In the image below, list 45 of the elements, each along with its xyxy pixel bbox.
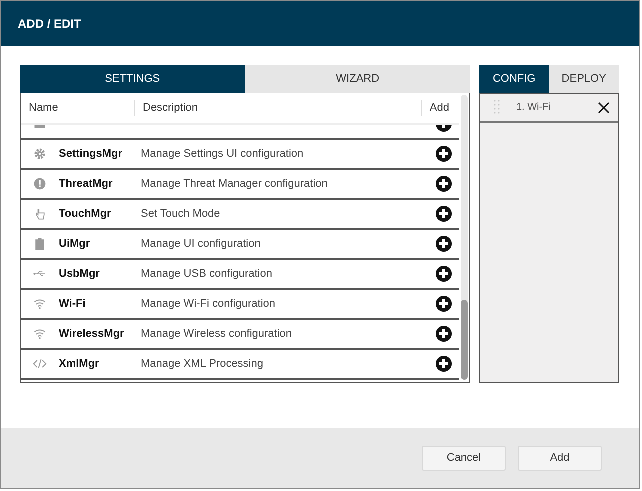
description-text: Manage USB configuration [141, 268, 272, 280]
description-text: Manage Wireless configuration [141, 328, 292, 340]
add-icon[interactable] [436, 236, 452, 252]
description-text: Set Touch Mode [141, 208, 220, 220]
description-column-header: Description [135, 100, 422, 116]
table-row[interactable] [21, 125, 460, 140]
add-icon[interactable] [436, 266, 452, 282]
window-title: ADD / EDIT [18, 16, 82, 30]
wifi-icon [33, 327, 47, 341]
name-text: UiMgr [59, 238, 90, 250]
add-column-header: Add [428, 101, 450, 116]
add-icon[interactable] [436, 356, 452, 372]
name-text: XmlMgr [59, 358, 100, 370]
config-item-label: 1. Wi-Fi [516, 102, 552, 113]
name-column-header: Name [21, 100, 135, 116]
scrollbar-thumb[interactable] [461, 300, 468, 380]
name-text: WirelessMgr [59, 328, 124, 340]
cancel-button[interactable]: Cancel [422, 446, 506, 470]
name-text: UsbMgr [59, 268, 100, 280]
name-text: Wi-Fi [59, 298, 86, 310]
add-icon[interactable] [436, 146, 452, 162]
add-icon[interactable] [436, 176, 452, 192]
name-text: SettingsMgr [59, 148, 123, 160]
add-icon[interactable] [436, 206, 452, 222]
add-button[interactable]: Add [518, 446, 602, 470]
description-text: Manage Threat Manager configuration [141, 178, 328, 190]
name-text: ThreatMgr [59, 178, 113, 190]
code-icon [33, 357, 47, 371]
close-icon[interactable] [598, 102, 610, 114]
add-icon[interactable] [436, 326, 452, 342]
description-text: Manage Settings UI configuration [141, 148, 304, 160]
name-text: TouchMgr [59, 208, 112, 220]
add-icon[interactable] [436, 296, 452, 312]
description-text: Manage UI configuration [141, 238, 261, 250]
gear-icon [33, 147, 47, 161]
description-text: Manage XML Processing [141, 358, 264, 370]
hand-icon [33, 207, 47, 221]
wifi-icon [33, 297, 47, 311]
drag-handle-icon[interactable] [492, 98, 502, 116]
tab[interactable]: CONFIG [479, 65, 550, 93]
tab[interactable]: SETTINGS [20, 65, 246, 93]
config-item[interactable]: 1. Wi-Fi [480, 94, 618, 123]
description-text: Manage Wi-Fi configuration [141, 298, 276, 310]
alert-icon [33, 177, 47, 191]
clipboard-icon [33, 237, 47, 251]
